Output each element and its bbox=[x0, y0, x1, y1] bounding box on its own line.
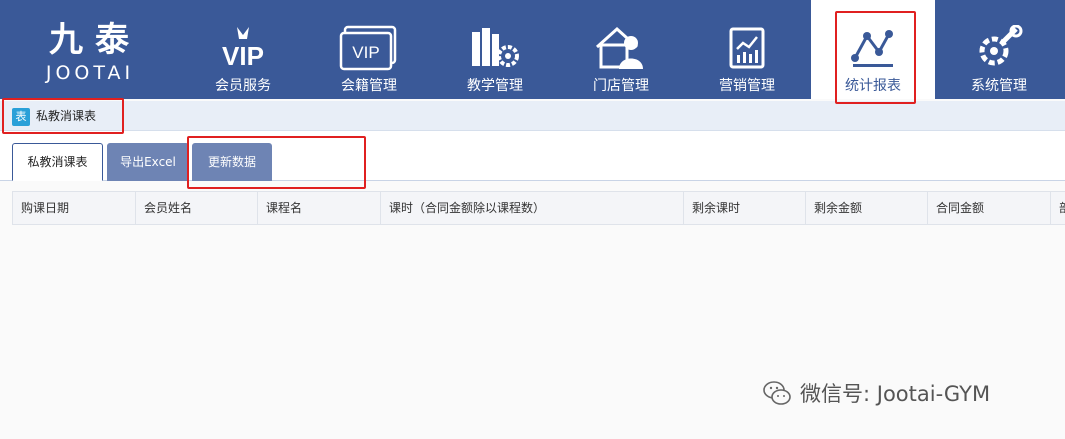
logo-cn-text: 九泰 bbox=[49, 20, 141, 60]
nav-system[interactable]: 系统管理 bbox=[938, 0, 1060, 99]
nav-label: 系统管理 bbox=[971, 78, 1027, 94]
refresh-data-button[interactable]: 更新数据 bbox=[192, 143, 272, 181]
column-header[interactable]: 购课日期 bbox=[13, 192, 136, 224]
nav-label: 营销管理 bbox=[719, 78, 775, 94]
svg-text:VIP: VIP bbox=[222, 41, 264, 71]
nav-label: 会籍管理 bbox=[341, 78, 397, 94]
column-header[interactable]: 课程名 bbox=[258, 192, 381, 224]
tab-bar: 私教消课表 导出Excel 更新数据 bbox=[0, 131, 1065, 181]
wechat-icon bbox=[763, 381, 791, 405]
report-icon: 表 bbox=[12, 108, 30, 126]
wrench-gear-icon bbox=[938, 22, 1060, 74]
books-gear-icon bbox=[434, 22, 556, 74]
nav-teaching[interactable]: 教学管理 bbox=[434, 0, 556, 99]
column-header[interactable]: 课时（合同金额除以课程数） bbox=[381, 192, 684, 224]
column-header[interactable]: 剩余金额 bbox=[806, 192, 928, 224]
breadcrumb-title[interactable]: 私教消课表 bbox=[36, 108, 96, 124]
nav-label: 门店管理 bbox=[593, 78, 649, 94]
nav-store[interactable]: 门店管理 bbox=[560, 0, 682, 99]
brand-logo: 九泰 JOOTAI bbox=[30, 20, 150, 92]
export-excel-button[interactable]: 导出Excel bbox=[107, 143, 189, 181]
wechat-watermark: 微信号: Jootai-GYM bbox=[762, 376, 990, 410]
app-window: 九泰 JOOTAI VIP 会员服务 VIP 会籍管理 教学管理 门店管理 营销… bbox=[0, 0, 1065, 439]
watermark-text: 微信号: Jootai-GYM bbox=[800, 382, 991, 406]
column-header[interactable]: 合同金额 bbox=[928, 192, 1051, 224]
vip-card-icon: VIP bbox=[308, 22, 430, 74]
tab-private-lesson-report[interactable]: 私教消课表 bbox=[12, 143, 103, 181]
store-user-icon bbox=[560, 22, 682, 74]
vip-icon: VIP bbox=[182, 22, 304, 74]
nav-membership[interactable]: VIP 会籍管理 bbox=[308, 0, 430, 99]
nav-statistics[interactable]: 统计报表 bbox=[811, 0, 935, 99]
column-header[interactable]: 剩余课时 bbox=[684, 192, 806, 224]
svg-text:VIP: VIP bbox=[352, 43, 379, 62]
column-header[interactable]: 部 bbox=[1051, 192, 1065, 224]
nav-label: 会员服务 bbox=[215, 78, 271, 94]
data-table: 购课日期 会员姓名 课程名 课时（合同金额除以课程数） 剩余课时 剩余金额 合同… bbox=[12, 191, 1065, 225]
nav-label: 统计报表 bbox=[845, 78, 901, 94]
stats-graph-icon bbox=[811, 22, 935, 74]
logo-en-text: JOOTAI bbox=[45, 62, 135, 84]
nav-label: 教学管理 bbox=[467, 78, 523, 94]
column-header[interactable]: 会员姓名 bbox=[136, 192, 258, 224]
nav-member-service[interactable]: VIP 会员服务 bbox=[182, 0, 304, 99]
nav-marketing[interactable]: 营销管理 bbox=[686, 0, 808, 99]
breadcrumb-bar: 表 私教消课表 bbox=[0, 101, 1065, 131]
chart-doc-icon bbox=[686, 22, 808, 74]
top-nav-bar: 九泰 JOOTAI VIP 会员服务 VIP 会籍管理 教学管理 门店管理 营销… bbox=[0, 0, 1065, 99]
